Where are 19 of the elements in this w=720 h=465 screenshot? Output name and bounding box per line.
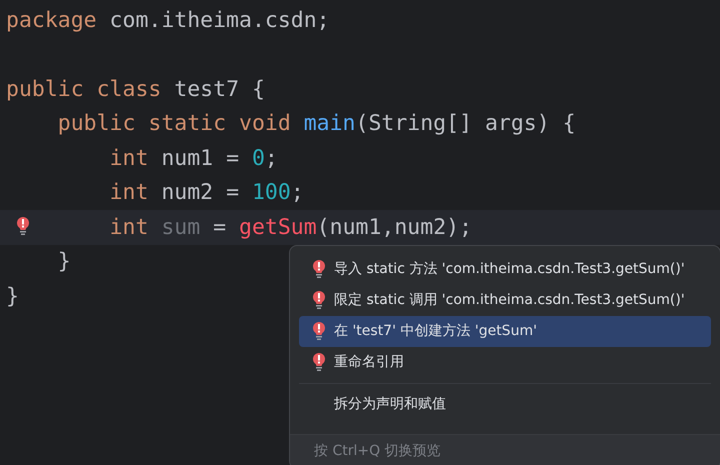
code-line: int sum = getSum(num1,num2); <box>110 216 472 238</box>
code-line: } <box>58 251 71 272</box>
error-bulb-icon <box>313 353 325 372</box>
menu-item[interactable]: 限定 static 调用 'com.itheima.csdn.Test3.getSum()' <box>299 285 711 316</box>
preview-hint: 按 Ctrl+Q 切换预览 <box>314 442 441 461</box>
code-line: int num1 = 0; <box>110 148 278 169</box>
menu-item[interactable]: 导入 static 方法 'com.itheima.csdn.Test3.getSum()' <box>299 254 711 285</box>
code-line: public class test7 { <box>6 78 265 100</box>
menu-item[interactable]: 在 'test7' 中创建方法 'getSum' <box>299 316 711 347</box>
menu-item[interactable]: 重命名引用 <box>299 347 711 378</box>
code-line: } <box>6 286 19 307</box>
code-line: int num2 = 100; <box>110 182 304 204</box>
error-bulb-icon <box>313 322 325 341</box>
code-line: public static void main(String[] args) { <box>58 113 576 134</box>
error-bulb-icon <box>313 260 325 279</box>
code-line: package com.itheima.csdn; <box>6 10 330 31</box>
menu-item[interactable]: 拆分为声明和赋值 <box>299 389 711 420</box>
error-bulb-icon <box>17 217 29 236</box>
error-bulb-icon <box>313 291 325 310</box>
